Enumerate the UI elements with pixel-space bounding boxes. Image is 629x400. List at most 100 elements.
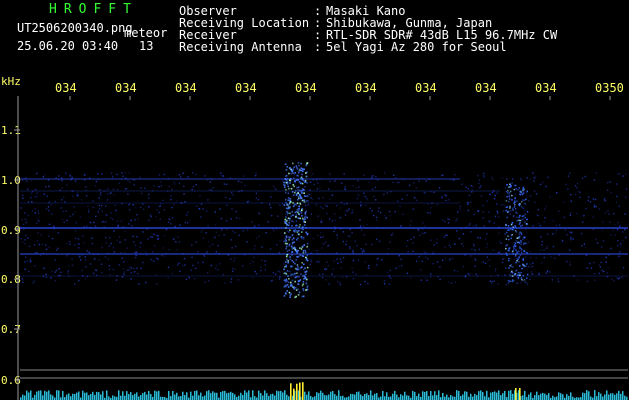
noise-speck	[470, 255, 472, 257]
noise-speck	[63, 196, 65, 199]
meteor-echo-pixel	[301, 284, 304, 287]
noise-speck	[83, 226, 85, 228]
activity-bar	[70, 396, 72, 400]
noise-speck	[388, 283, 391, 286]
noise-speck	[296, 269, 298, 272]
noise-speck	[402, 213, 404, 215]
noise-speck	[444, 194, 446, 196]
noise-speck	[176, 227, 178, 229]
noise-speck	[22, 281, 24, 283]
noise-speck	[243, 254, 246, 256]
noise-speck	[43, 267, 45, 269]
noise-speck	[572, 238, 574, 240]
noise-speck	[277, 270, 280, 273]
noise-speck	[51, 237, 54, 240]
noise-speck	[212, 243, 214, 246]
noise-speck	[30, 196, 32, 199]
activity-bar	[258, 390, 260, 400]
noise-speck	[447, 217, 449, 220]
noise-speck	[482, 174, 485, 177]
noise-speck	[236, 217, 238, 219]
activity-bar	[434, 391, 436, 400]
noise-speck	[124, 172, 126, 174]
meteor-echo-pixel	[515, 261, 517, 264]
noise-speck	[309, 189, 311, 191]
activity-bar	[348, 396, 350, 400]
noise-speck	[125, 177, 127, 179]
meteor-echo-pixel	[293, 247, 296, 250]
noise-speck	[352, 252, 354, 254]
activity-bar	[156, 391, 158, 400]
meteor-echo-pixel	[298, 164, 300, 167]
noise-speck	[522, 280, 524, 282]
noise-speck	[397, 200, 399, 202]
meteor-echo-pixel	[302, 179, 305, 182]
noise-speck	[595, 238, 597, 241]
noise-speck	[168, 185, 171, 188]
meteor-echo-pixel	[286, 270, 289, 272]
activity-bar	[324, 395, 326, 400]
meteor-echo-pixel	[287, 217, 290, 220]
noise-speck	[215, 267, 217, 270]
noise-speck	[590, 267, 593, 269]
activity-bar	[318, 393, 320, 400]
noise-speck	[231, 247, 233, 249]
noise-speck	[191, 244, 193, 246]
meteor-echo-pixel	[517, 276, 520, 279]
noise-speck	[363, 234, 366, 236]
activity-bar	[456, 390, 458, 400]
meteor-echo-pixel	[522, 259, 524, 261]
noise-speck	[386, 192, 388, 194]
meteor-echo-pixel	[519, 222, 521, 224]
noise-speck	[54, 280, 56, 282]
noise-speck	[322, 243, 324, 245]
noise-speck	[522, 238, 524, 241]
noise-speck	[215, 231, 218, 234]
noise-speck	[577, 279, 579, 281]
activity-bar	[78, 391, 80, 400]
meteor-echo-pixel	[306, 162, 309, 164]
noise-speck	[279, 271, 281, 273]
activity-bar	[214, 392, 216, 400]
meteor-echo-pixel	[298, 210, 300, 212]
activity-bar	[400, 394, 402, 400]
meteor-echo-pixel	[293, 288, 295, 290]
noise-speck	[526, 283, 529, 285]
noise-speck	[118, 264, 120, 266]
noise-speck	[140, 187, 142, 189]
noise-speck	[498, 226, 500, 229]
activity-spike	[519, 388, 521, 400]
activity-bar	[584, 393, 586, 400]
noise-speck	[413, 197, 416, 199]
noise-speck	[370, 176, 373, 179]
meteor-echo-pixel	[291, 284, 293, 287]
activity-bar	[308, 391, 310, 400]
meteor-echo-pixel	[291, 279, 294, 282]
noise-speck	[390, 190, 392, 193]
activity-bar	[172, 391, 174, 400]
activity-bar	[394, 390, 396, 400]
noise-speck	[325, 279, 327, 281]
noise-speck	[116, 239, 118, 242]
noise-speck	[244, 184, 246, 187]
activity-bar	[168, 391, 170, 400]
activity-bar	[134, 393, 136, 400]
activity-bar	[88, 395, 90, 400]
meteor-echo-pixel	[301, 173, 303, 176]
noise-speck	[190, 269, 192, 271]
noise-speck	[433, 191, 435, 194]
noise-speck	[585, 254, 588, 256]
noise-speck	[54, 271, 56, 273]
noise-speck	[336, 237, 339, 239]
noise-speck	[283, 263, 285, 265]
noise-speck	[23, 228, 25, 230]
meteor-echo-pixel	[297, 195, 300, 198]
noise-speck	[491, 176, 493, 179]
noise-speck	[72, 190, 74, 193]
noise-speck	[480, 195, 483, 197]
activity-bar	[96, 391, 98, 400]
activity-bar	[216, 392, 218, 400]
noise-speck	[339, 207, 342, 209]
noise-speck	[426, 279, 428, 281]
noise-speck	[230, 281, 232, 283]
